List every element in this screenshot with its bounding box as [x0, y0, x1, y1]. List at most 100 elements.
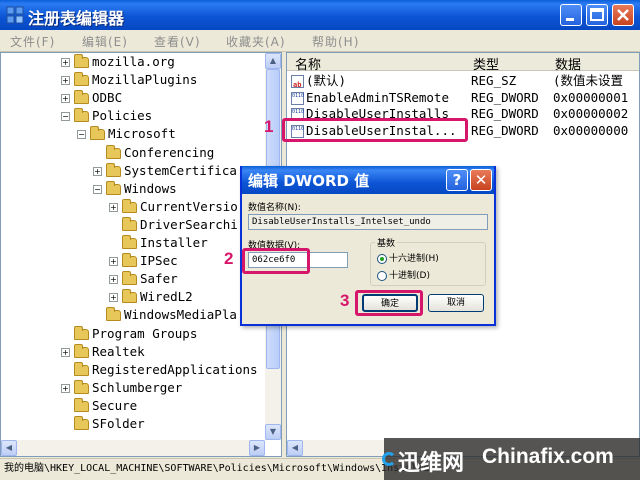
column-header-name[interactable]: 名称: [295, 54, 321, 73]
collapse-minus-icon[interactable]: −: [93, 184, 102, 194]
cancel-button[interactable]: 取消: [428, 294, 484, 312]
radio-decimal[interactable]: 十进制(D): [377, 268, 430, 281]
list-item[interactable]: (默认) REG_SZ (数值未设置: [291, 72, 637, 94]
folder-icon: [90, 126, 105, 141]
radio-selected-icon: [377, 253, 387, 264]
expand-plus-icon[interactable]: +: [109, 293, 118, 303]
scroll-up-arrow-icon[interactable]: ▲: [265, 53, 281, 69]
value-type: REG_DWORD: [471, 106, 539, 121]
folder-icon: [74, 343, 89, 358]
menu-view[interactable]: 查看(V): [154, 33, 201, 50]
scroll-right-arrow-icon[interactable]: ▶: [249, 440, 265, 456]
tree-item[interactable]: RegisteredApplications: [61, 361, 258, 379]
tree-item[interactable]: DriverSearchi: [109, 216, 238, 234]
folder-icon: [122, 198, 137, 213]
tree-item[interactable]: + Realtek: [61, 343, 145, 361]
window-title: 注册表编辑器: [28, 9, 125, 28]
close-icon: [617, 9, 629, 21]
column-header-type[interactable]: 类型: [473, 54, 499, 73]
highlight-selected-value: [282, 118, 468, 142]
tree-item[interactable]: Installer: [109, 234, 208, 252]
tree-item[interactable]: + Safer: [109, 270, 178, 288]
folder-icon: [106, 307, 121, 322]
maximize-button[interactable]: [586, 4, 608, 26]
scroll-left-arrow-icon[interactable]: ◀: [287, 440, 303, 456]
tree-item[interactable]: − Microsoft: [77, 125, 176, 143]
expand-plus-icon[interactable]: +: [109, 257, 118, 267]
tree-item[interactable]: WindowsMediaPla: [93, 306, 237, 324]
folder-icon: [122, 289, 137, 304]
scroll-left-arrow-icon[interactable]: ◀: [1, 440, 17, 456]
folder-icon: [74, 72, 89, 87]
dialog-close-button[interactable]: ✕: [470, 169, 492, 191]
maximize-icon: [590, 8, 604, 21]
column-header-data[interactable]: 数据: [555, 54, 581, 73]
logo-swirl-icon: [382, 452, 396, 466]
dialog-title-bar[interactable]: 编辑 DWORD 值 ? ✕: [242, 166, 494, 194]
help-button[interactable]: ?: [446, 169, 468, 191]
expand-plus-icon[interactable]: +: [109, 202, 118, 212]
tree-item[interactable]: + SystemCertifica: [93, 162, 237, 180]
scroll-down-arrow-icon[interactable]: ▼: [265, 424, 281, 440]
tree-item[interactable]: + CurrentVersio: [109, 198, 238, 216]
close-icon: ✕: [474, 171, 488, 189]
tree-item-label: Program Groups: [92, 325, 198, 341]
menu-help[interactable]: 帮助(H): [312, 33, 359, 50]
close-button[interactable]: [612, 4, 634, 26]
tree-item-label: Safer: [140, 271, 178, 287]
expand-plus-icon[interactable]: +: [109, 275, 118, 285]
tree-item-label: WiredL2: [140, 289, 193, 305]
expand-plus-icon[interactable]: +: [61, 94, 70, 104]
regedit-app-icon: [6, 6, 24, 24]
value-data: 0x00000001: [553, 89, 629, 105]
tree-item[interactable]: Program Groups: [61, 325, 197, 343]
tree-item-label: Windows: [124, 180, 177, 196]
collapse-minus-icon[interactable]: −: [77, 130, 86, 140]
folder-icon: [122, 235, 137, 249]
value-type: REG_SZ: [471, 73, 517, 88]
tree-item-label: Microsoft: [108, 126, 176, 142]
value-name-label: 数值名称(N):: [248, 203, 301, 213]
title-bar[interactable]: 注册表编辑器: [0, 0, 640, 30]
tree-item[interactable]: + Schlumberger: [61, 379, 182, 397]
tree-item[interactable]: + IPSec: [109, 252, 178, 270]
tree-item[interactable]: − Windows: [93, 180, 177, 198]
tree-horizontal-scrollbar[interactable]: ◀ ▶: [1, 440, 265, 456]
value-type: REG_DWORD: [471, 122, 539, 138]
expand-plus-icon[interactable]: +: [61, 58, 70, 67]
menu-file[interactable]: 文件(F): [10, 33, 55, 50]
question-mark-icon: ?: [452, 171, 462, 189]
tree-item[interactable]: + mozilla.org: [61, 53, 175, 71]
collapse-minus-icon[interactable]: −: [61, 112, 70, 122]
tree-item-label: ODBC: [92, 90, 123, 106]
tree-item-label: CurrentVersio: [140, 198, 238, 214]
list-item[interactable]: EnableAdminTSRemote REG_DWORD 0x00000001: [291, 89, 637, 106]
expand-plus-icon[interactable]: +: [61, 383, 70, 393]
callout-number-1: 1: [264, 117, 274, 136]
radio-hexadecimal[interactable]: 十六进制(H): [377, 251, 439, 264]
tree-item[interactable]: + WiredL2: [109, 288, 193, 306]
folder-icon: [74, 361, 89, 376]
tree-item[interactable]: + MozillaPlugins: [61, 71, 197, 89]
tree-item[interactable]: Conferencing: [93, 144, 214, 162]
list-header: 名称 类型 数据: [287, 53, 639, 73]
expand-plus-icon[interactable]: +: [61, 347, 70, 357]
value-data: (数值未设置: [553, 73, 624, 88]
menu-favorites[interactable]: 收藏夹(A): [226, 33, 286, 50]
watermark: 迅维网 Chinafix.com: [382, 438, 640, 480]
menu-bar: 文件(F) 编辑(E) 查看(V) 收藏夹(A) 帮助(H): [0, 30, 640, 52]
minimize-button[interactable]: [560, 4, 582, 26]
menu-edit[interactable]: 编辑(E): [82, 33, 128, 50]
tree-item[interactable]: Secure: [61, 397, 137, 415]
tree-item-label: DriverSearchi: [140, 216, 238, 232]
tree-item[interactable]: SFolder: [61, 415, 145, 433]
tree-item[interactable]: + ODBC: [61, 89, 122, 107]
expand-plus-icon[interactable]: +: [61, 76, 70, 86]
expand-plus-icon[interactable]: +: [93, 166, 102, 176]
tree-item-label: WindowsMediaPla: [124, 307, 237, 323]
tree-item[interactable]: − Policies: [61, 107, 152, 125]
